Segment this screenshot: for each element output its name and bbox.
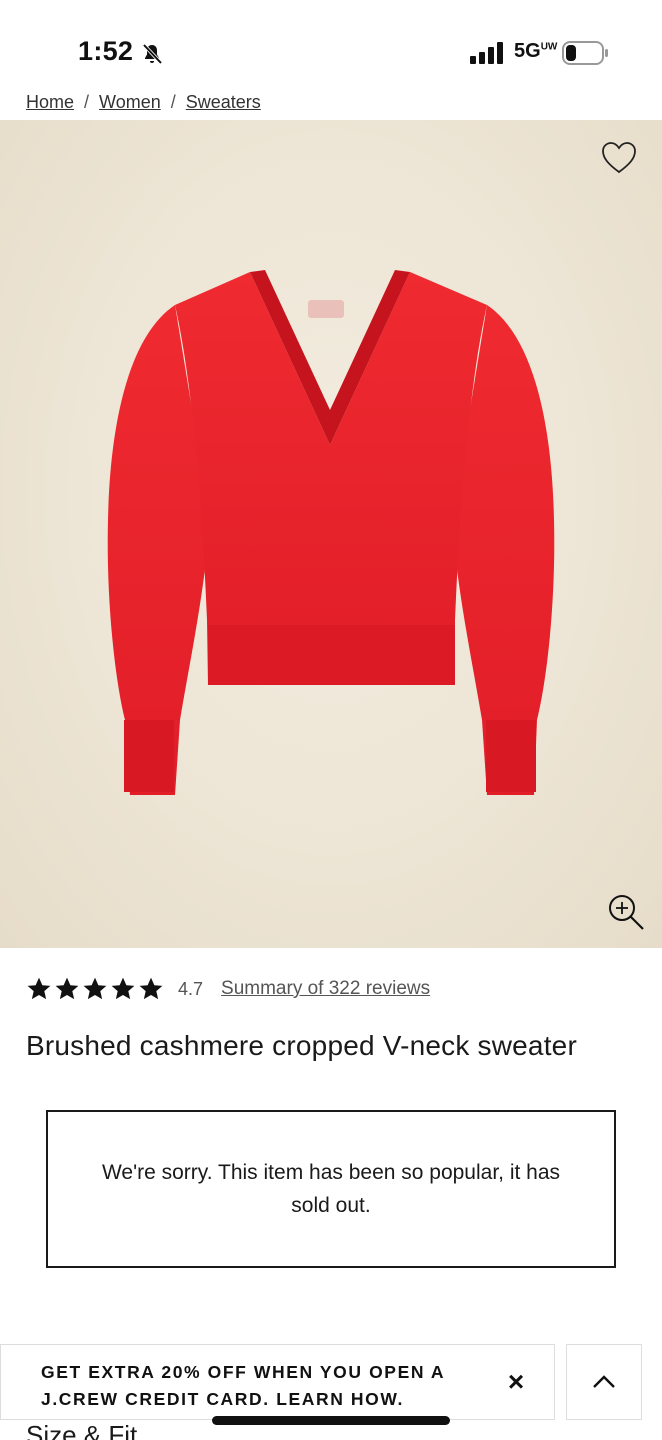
product-image[interactable] (0, 120, 662, 948)
promo-text[interactable]: GET EXTRA 20% OFF WHEN YOU OPEN A J.CREW… (41, 1359, 491, 1413)
zoom-in-icon[interactable] (606, 892, 646, 932)
breadcrumb-sweaters[interactable]: Sweaters (186, 92, 261, 113)
sold-out-notice: We're sorry. This item has been so popul… (46, 1110, 616, 1268)
star-icon (55, 977, 79, 1000)
breadcrumb-women[interactable]: Women (99, 92, 161, 113)
product-title: Brushed cashmere cropped V-neck sweater (26, 1030, 577, 1061)
home-indicator (212, 1416, 450, 1425)
back-to-top-button[interactable] (566, 1344, 642, 1420)
signal-icon (470, 42, 503, 64)
network-label: 5GUW (514, 40, 558, 62)
sweater-image (107, 270, 555, 795)
size-fit-heading[interactable]: Size & Fit (26, 1420, 137, 1440)
rating-value: 4.7 (178, 978, 204, 999)
bell-off-icon (142, 43, 163, 65)
star-icon (139, 977, 163, 1000)
chevron-up-icon (593, 1375, 615, 1388)
sold-out-message: We're sorry. This item has been so popul… (101, 1161, 561, 1217)
breadcrumb-separator: / (170, 92, 176, 112)
breadcrumb-separator: / (84, 92, 90, 112)
rating-row: 4.7 Summary of 322 reviews (26, 972, 430, 1006)
star-icon (111, 977, 135, 1000)
reviews-summary-link[interactable]: Summary of 322 reviews (221, 978, 430, 1000)
close-icon[interactable]: × (501, 1367, 531, 1397)
star-rating (26, 976, 164, 1002)
battery-icon (562, 41, 608, 65)
breadcrumb: Home / Women / Sweaters (26, 84, 662, 120)
breadcrumb-home[interactable]: Home (26, 92, 74, 113)
wishlist-heart-icon[interactable] (600, 140, 638, 176)
star-icon (83, 977, 107, 1000)
status-time: 1:52 (78, 36, 134, 66)
credit-card-promo-banner[interactable]: GET EXTRA 20% OFF WHEN YOU OPEN A J.CREW… (0, 1344, 555, 1420)
star-icon (27, 977, 51, 1000)
